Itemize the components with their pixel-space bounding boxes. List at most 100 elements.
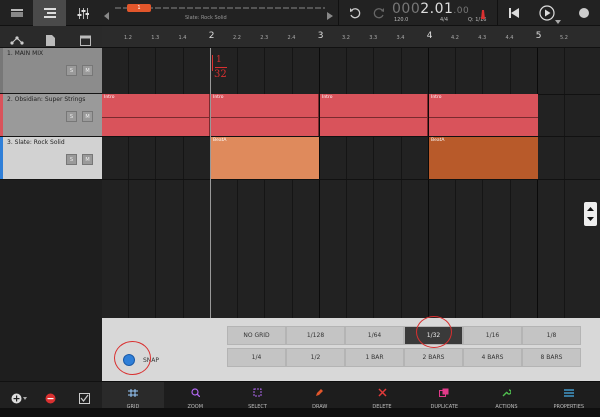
- grid-line: [182, 48, 184, 318]
- clip-lane-line: [102, 117, 209, 118]
- ruler-tick-label: 2.4: [287, 35, 296, 41]
- grid-line: [400, 48, 402, 318]
- skip-back-icon: [509, 8, 519, 18]
- ruler-tick-label: 3: [317, 31, 324, 41]
- arrangement-grid[interactable]: Intro Intro Intro Intro BeatA BeatA 1 32: [102, 48, 600, 318]
- time-signature[interactable]: 4/4: [440, 17, 448, 23]
- grid-option-button[interactable]: 1 BAR: [345, 348, 404, 367]
- solo-button[interactable]: S: [66, 154, 77, 165]
- clip-strings-intro[interactable]: Intro: [429, 94, 538, 136]
- clip-label: Intro: [431, 95, 442, 100]
- tool-zoom-button[interactable]: ZOOM: [164, 382, 226, 410]
- grid-line: [291, 48, 293, 318]
- vertical-scroll-buttons[interactable]: [584, 202, 597, 226]
- play-icon: [538, 5, 555, 21]
- record-icon: [578, 8, 589, 18]
- redo-icon: [373, 8, 384, 19]
- tool-properties-button[interactable]: PROPERTIES: [538, 382, 600, 410]
- return-to-start-button[interactable]: [497, 0, 530, 26]
- metronome-icon[interactable]: [479, 4, 487, 23]
- grid-option-button[interactable]: 1/64: [345, 326, 404, 345]
- ruler-tick-label: 5: [535, 31, 542, 41]
- snap-annotation-circle: [114, 341, 151, 375]
- clip-strings-intro[interactable]: Intro: [102, 94, 210, 136]
- grid-line: [482, 48, 484, 318]
- grid-option-button[interactable]: 1/8: [522, 326, 581, 345]
- track-name: 2. Obsidian: Super Strings: [7, 96, 86, 103]
- tool-delete-button[interactable]: DELETE: [351, 382, 413, 410]
- timeline-ruler[interactable]: 1.2 1.3 1.4 2 2.2 2.3 2.4 3 3.2 3.3 3.4 4 4.2 4.3 4.4 5…: [102, 26, 600, 48]
- track-header-main-mix[interactable]: 1. MAIN MIX S M: [0, 48, 102, 94]
- track-header-drums[interactable]: 3. Slate: Rock Solid S M: [0, 137, 102, 180]
- delete-track-button[interactable]: [45, 389, 56, 408]
- redo-button[interactable]: [362, 0, 395, 26]
- mute-button[interactable]: M: [82, 111, 93, 122]
- mute-button[interactable]: M: [82, 154, 93, 165]
- solo-button[interactable]: S: [66, 65, 77, 76]
- grid-line: [427, 48, 429, 318]
- clip-drums-beata[interactable]: BeatA: [211, 137, 319, 179]
- solo-button[interactable]: S: [66, 111, 77, 122]
- pencil-icon: [315, 382, 324, 401]
- track-name: 1. MAIN MIX: [7, 50, 44, 57]
- annotation-denominator: 32: [214, 69, 227, 80]
- ruler-tick-label: 3.2: [342, 35, 350, 41]
- scroll-left-icon[interactable]: [104, 5, 110, 24]
- list-icon: [563, 382, 574, 401]
- annotation-numerator: 1: [216, 55, 222, 65]
- track-divider: [102, 179, 600, 180]
- track-header-strings[interactable]: 2. Obsidian: Super Strings S M: [0, 94, 102, 137]
- song-name: Slate: Rock Solid: [185, 15, 227, 21]
- clip-label: BeatA: [213, 138, 227, 143]
- track-name: 3. Slate: Rock Solid: [7, 139, 65, 146]
- track-list-panel: 1. MAIN MIX S M 2. Obsidian: Super Strin…: [0, 26, 102, 417]
- grid-option-button[interactable]: 1/128: [286, 326, 345, 345]
- ruler-tick-label: 4: [426, 31, 433, 41]
- counter-ticks: .00: [453, 6, 470, 16]
- wrench-icon: [502, 382, 512, 401]
- ruler-tick-label: 2: [208, 31, 215, 41]
- grid-option-button[interactable]: 2 BARS: [404, 348, 463, 367]
- tool-grid-button[interactable]: GRID: [102, 382, 164, 410]
- grid-option-button[interactable]: 4 BARS: [463, 348, 522, 367]
- grid-option-button[interactable]: NO GRID: [227, 326, 286, 345]
- grid-line: [536, 48, 538, 318]
- ruler-tick-label: 4.2: [451, 35, 459, 41]
- playhead[interactable]: [210, 48, 211, 318]
- clip-strings-intro[interactable]: Intro: [211, 94, 319, 136]
- select-tracks-button[interactable]: [79, 389, 90, 408]
- scroll-right-icon[interactable]: [327, 5, 333, 24]
- track-color-stripe: [0, 48, 3, 93]
- mute-button[interactable]: M: [82, 65, 93, 76]
- track-color-stripe: [0, 94, 3, 136]
- position-handle[interactable]: 1: [127, 4, 151, 12]
- track-color-stripe: [0, 137, 3, 179]
- add-track-button[interactable]: [11, 389, 27, 408]
- tempo-value[interactable]: 120.0: [394, 17, 408, 23]
- grid-option-button[interactable]: 1/16: [463, 326, 522, 345]
- grid-option-button[interactable]: 8 BARS: [522, 348, 581, 367]
- grid-line: [373, 48, 375, 318]
- grid-option-button[interactable]: 1/2: [286, 348, 345, 367]
- tool-draw-button[interactable]: DRAW: [289, 382, 351, 410]
- grid-option-button[interactable]: 1/4: [227, 348, 286, 367]
- record-button[interactable]: [567, 0, 600, 26]
- clip-drums-beata[interactable]: BeatA: [429, 137, 538, 179]
- counter-bars: 2.01: [420, 1, 454, 17]
- tool-duplicate-button[interactable]: DUPLICATE: [413, 382, 475, 410]
- resolution-annotation-circle: [416, 316, 452, 348]
- clip-strings-intro[interactable]: Intro: [320, 94, 428, 136]
- tool-actions-button[interactable]: ACTIONS: [476, 382, 538, 410]
- arrange-view-button[interactable]: [33, 0, 66, 26]
- tool-select-button[interactable]: SELECT: [227, 382, 289, 410]
- grid-line: [264, 48, 266, 318]
- song-position-slider[interactable]: 1: [115, 4, 325, 12]
- browser-icon: [10, 9, 23, 17]
- ruler-tick-label: 2.2: [233, 35, 241, 41]
- grid-line: [564, 48, 565, 318]
- duplicate-icon: [439, 382, 449, 401]
- zoom-icon: [191, 382, 201, 401]
- mixer-button[interactable]: [66, 0, 99, 26]
- browser-button[interactable]: [0, 0, 33, 26]
- clip-label: BeatA: [431, 138, 445, 143]
